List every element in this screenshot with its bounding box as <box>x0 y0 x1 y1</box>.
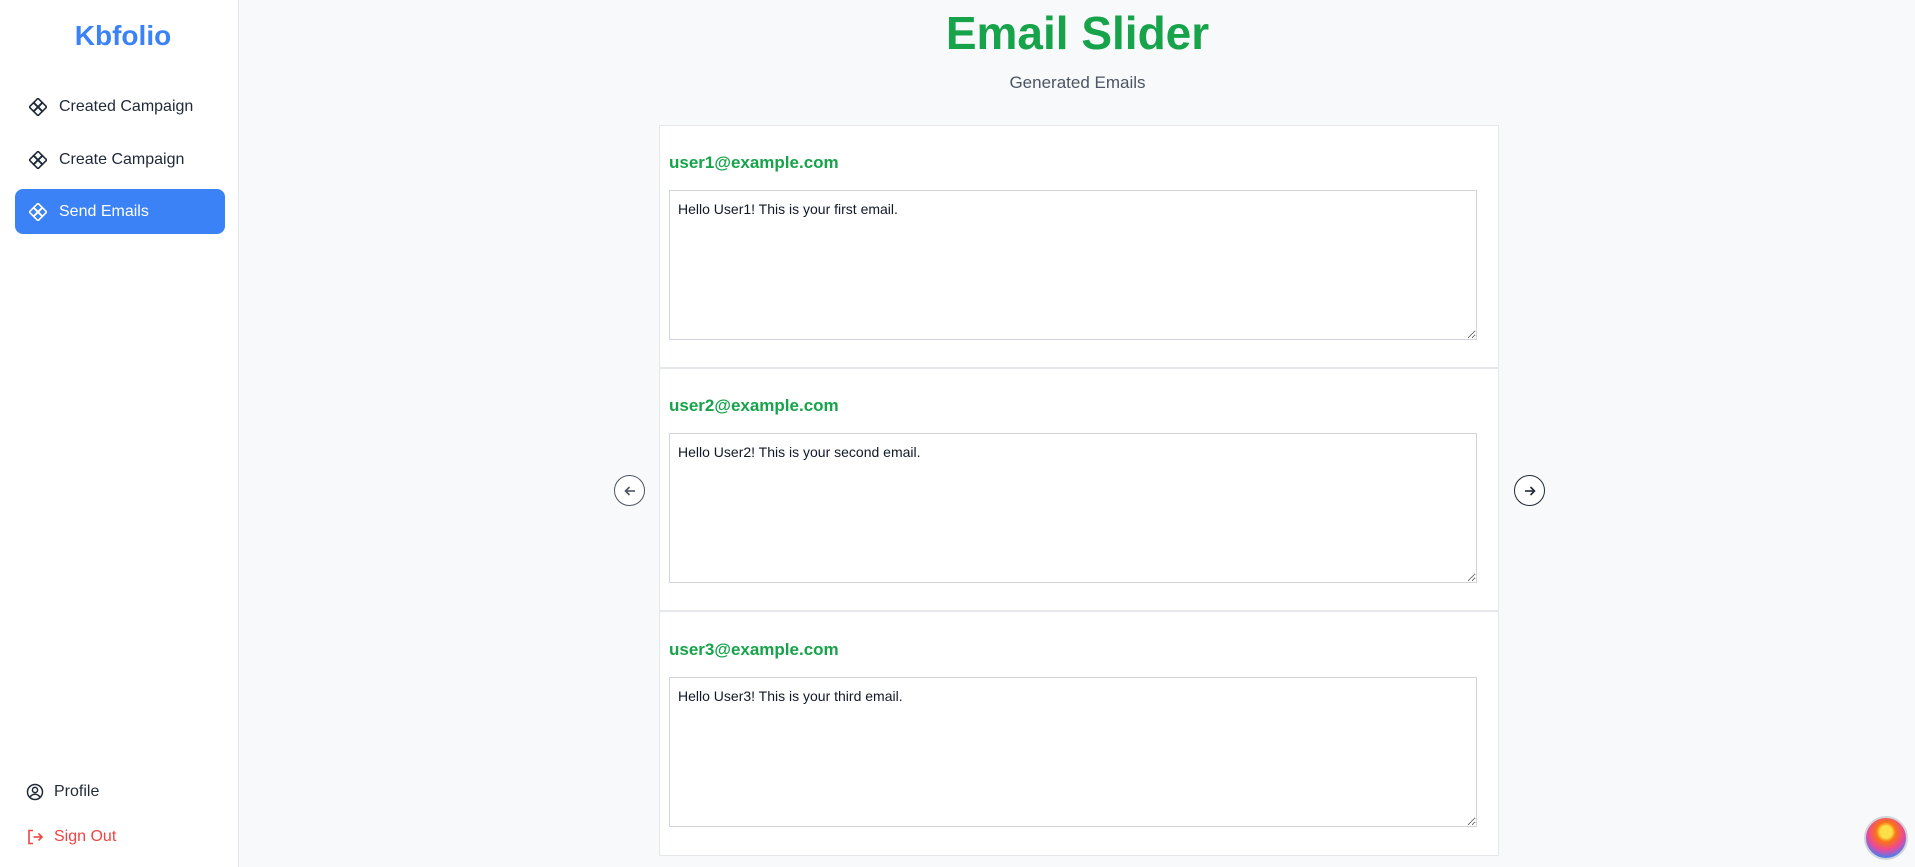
sign-out-label: Sign Out <box>54 828 117 845</box>
brand-logo[interactable]: Kbfolio <box>0 20 246 52</box>
email-card: user3@example.com Hello User3! This is y… <box>660 613 1498 856</box>
sidebar-item-send-emails[interactable]: Send Emails <box>15 189 225 234</box>
profile-link[interactable]: Profile <box>26 783 99 801</box>
diamond-grid-icon <box>29 97 47 116</box>
arrow-right-icon <box>1524 485 1536 496</box>
email-card: user2@example.com Hello User2! This is y… <box>660 369 1498 612</box>
sign-out-button[interactable]: Sign Out <box>26 828 116 846</box>
user-circle-icon <box>26 783 44 801</box>
email-body-field[interactable]: Hello User2! This is your second email. <box>669 433 1477 583</box>
sidebar-item-label: Send Emails <box>59 202 149 220</box>
avatar[interactable] <box>1864 816 1908 860</box>
sign-out-icon <box>26 828 44 846</box>
sidebar-item-label: Create Campaign <box>59 150 185 168</box>
email-address: user1@example.com <box>669 153 839 172</box>
next-button[interactable] <box>1514 475 1545 506</box>
diamond-grid-icon <box>29 150 47 169</box>
profile-label: Profile <box>54 783 100 800</box>
sidebar: Kbfolio Created Campaign Create Campaign <box>0 0 239 867</box>
sidebar-item-created-campaign[interactable]: Created Campaign <box>15 84 225 129</box>
email-card: user1@example.com Hello User1! This is y… <box>660 126 1498 369</box>
sidebar-item-create-campaign[interactable]: Create Campaign <box>15 137 225 182</box>
page-title: Email Slider <box>945 7 1210 59</box>
email-address: user3@example.com <box>669 640 839 659</box>
email-address: user2@example.com <box>669 396 839 415</box>
sidebar-item-label: Created Campaign <box>59 97 194 115</box>
diamond-grid-icon <box>29 202 47 221</box>
previous-button[interactable] <box>614 475 645 506</box>
page-subtitle: Generated Emails <box>1009 73 1146 92</box>
email-body-field[interactable]: Hello User3! This is your third email. <box>669 677 1477 827</box>
arrow-left-icon <box>623 485 635 496</box>
email-body-field[interactable]: Hello User1! This is your first email. <box>669 190 1477 340</box>
email-slider[interactable]: user1@example.com Hello User1! This is y… <box>659 125 1499 856</box>
